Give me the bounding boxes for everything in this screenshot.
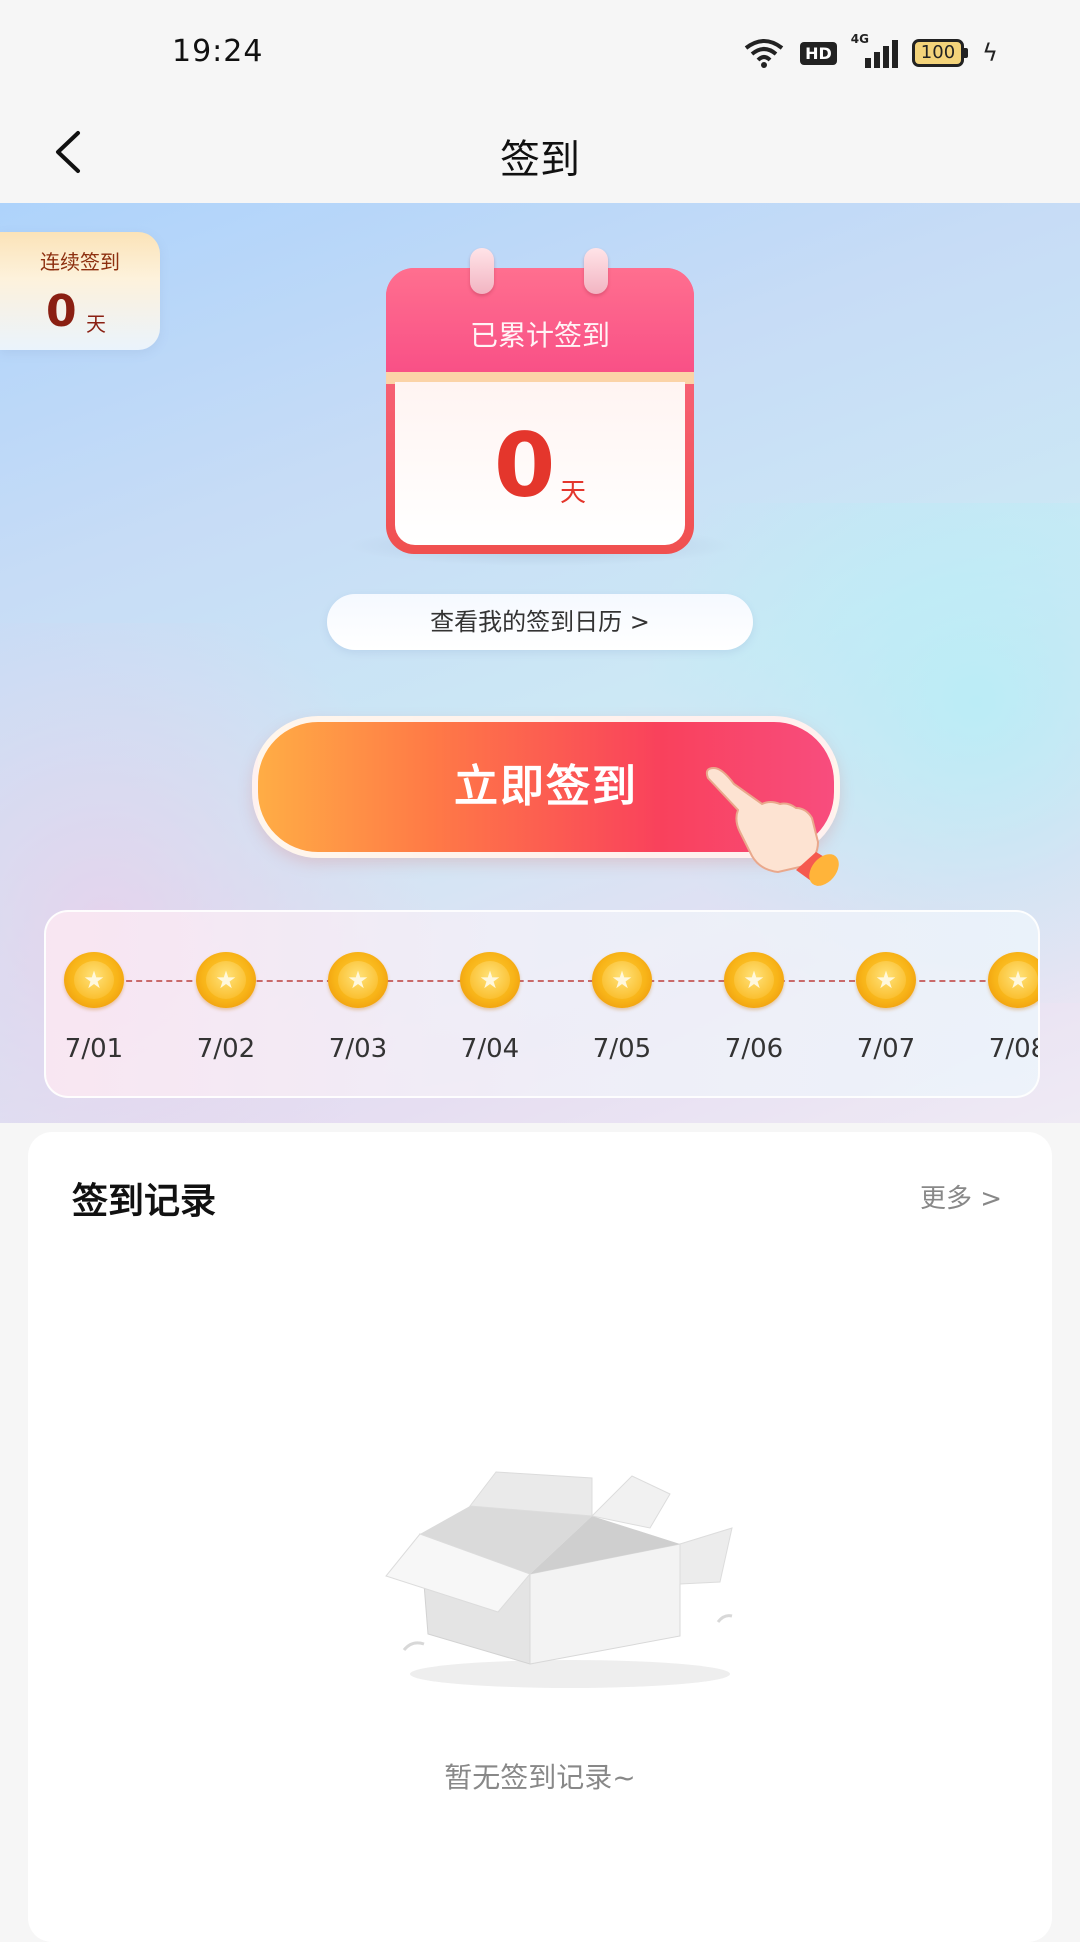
- streak-badge: 连续签到 0 天: [0, 232, 160, 350]
- hd-badge: HD: [800, 41, 837, 65]
- pointing-hand-icon: [705, 766, 839, 886]
- empty-box-icon: [385, 1471, 733, 1688]
- day-date: 7/04: [460, 1034, 520, 1064]
- day-date: 7/05: [592, 1034, 652, 1064]
- empty-state-text: 暂无签到记录~: [444, 1761, 636, 1794]
- star-coin-icon: ★: [460, 952, 520, 1008]
- page-title: 签到: [500, 137, 580, 183]
- charging-icon: ϟ: [982, 39, 998, 67]
- calendar-value: 0: [494, 414, 556, 517]
- daily-checkin-strip: ★ 7/01 ★ 7/02 ★ 7/03 ★ 7/04 ★ 7/05 ★ 7/0…: [44, 910, 1040, 1098]
- day-date: 7/02: [196, 1034, 256, 1064]
- calendar-unit: 天: [560, 478, 587, 508]
- battery-icon: 100: [911, 39, 969, 67]
- streak-unit: 天: [86, 312, 106, 336]
- star-coin-icon: ★: [592, 952, 652, 1008]
- calendar-ring-icon: [470, 248, 494, 294]
- calendar-ring-icon: [584, 248, 608, 294]
- wifi-icon: [744, 39, 784, 68]
- nav-bar: 签到: [0, 105, 1080, 203]
- view-calendar-button[interactable]: 查看我的签到日历 >: [327, 594, 753, 650]
- more-records-link[interactable]: 更多 >: [920, 1178, 1002, 1215]
- day-date: 7/06: [724, 1034, 784, 1064]
- star-coin-icon: ★: [988, 952, 1038, 1008]
- signin-records-card: 签到记录 更多 > 暂无签到记录~: [28, 1132, 1052, 1942]
- total-signin-calendar: 已累计签到 0 天: [346, 248, 736, 566]
- star-coin-icon: ★: [724, 952, 784, 1008]
- network-type: 4G: [850, 32, 869, 46]
- star-coin-icon: ★: [856, 952, 916, 1008]
- streak-value: 0: [46, 286, 77, 337]
- status-bar: 19:24 HD 4G 100 ϟ: [0, 0, 1080, 105]
- signal-icon: 4G: [851, 32, 898, 68]
- status-icons: HD 4G 100 ϟ: [742, 32, 998, 70]
- battery-level: 100: [911, 39, 965, 67]
- star-coin-icon: ★: [196, 952, 256, 1008]
- records-title: 签到记录: [72, 1181, 217, 1222]
- day-date: 7/07: [856, 1034, 916, 1064]
- status-time: 19:24: [172, 34, 264, 69]
- star-coin-icon: ★: [328, 952, 388, 1008]
- calendar-label: 已累计签到: [469, 319, 610, 352]
- day-date: 7/01: [64, 1034, 124, 1064]
- day-date: 7/08: [988, 1034, 1038, 1064]
- star-coin-icon: ★: [64, 952, 124, 1008]
- day-date: 7/03: [328, 1034, 388, 1064]
- streak-label: 连续签到: [40, 250, 120, 274]
